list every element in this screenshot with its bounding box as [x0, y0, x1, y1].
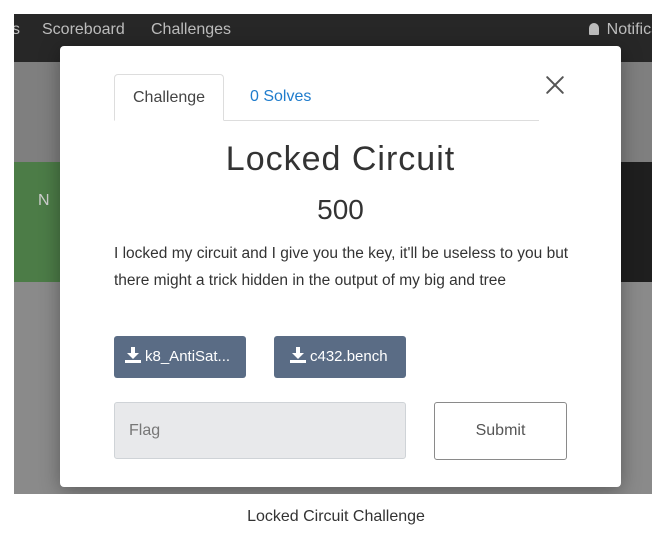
file-name: k8_AntiSat... [145, 348, 231, 365]
nav-notifications[interactable]: Notifica [588, 21, 652, 39]
challenge-value: 500 [317, 194, 364, 225]
tab-challenge[interactable]: Challenge [114, 74, 225, 121]
nav-challenges[interactable]: Challenges [151, 21, 231, 39]
challenge-description: I locked my circuit and I give you the k… [114, 245, 569, 289]
file-name: c432.bench [310, 348, 388, 365]
flag-input[interactable] [114, 402, 406, 459]
screenshot: s Scoreboard Challenges Notifica N Chall… [14, 14, 652, 494]
tab-solves[interactable]: 0 Solves [232, 74, 329, 120]
challenge-card-label: N [38, 192, 50, 209]
modal-tabs: Challenge 0 Solves [114, 74, 539, 121]
nav-scoreboard[interactable]: Scoreboard [42, 21, 125, 39]
bell-icon [588, 23, 599, 35]
challenge-title: Locked Circuit [225, 140, 456, 178]
download-icon [290, 347, 306, 363]
submit-button[interactable]: Submit [434, 402, 567, 460]
image-caption: Locked Circuit Challenge [247, 508, 425, 525]
file-download-button[interactable]: k8_AntiSat... [114, 336, 246, 378]
file-download-button[interactable]: c432.bench [274, 336, 406, 378]
nav-item-partial[interactable]: s [14, 21, 20, 39]
nav-notifications-label: Notifica [606, 21, 652, 38]
download-icon [125, 347, 141, 363]
close-icon[interactable] [543, 73, 567, 97]
challenge-modal: Challenge 0 Solves Locked Circuit 500 I … [60, 46, 621, 487]
